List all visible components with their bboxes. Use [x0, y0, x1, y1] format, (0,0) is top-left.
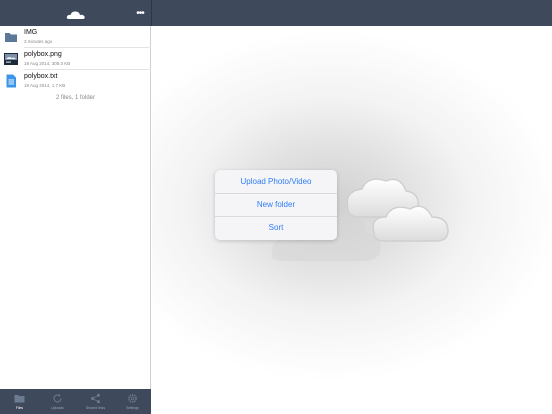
- tab-settings[interactable]: Settings: [114, 389, 151, 414]
- tab-uploads[interactable]: Uploads: [39, 389, 76, 414]
- main-content: [152, 26, 552, 414]
- folder-icon: [14, 395, 25, 403]
- folder-summary: 2 files, 1 folder: [55, 95, 96, 101]
- new-folder-button[interactable]: New folder: [215, 193, 337, 216]
- file-meta: 18 Aug 2014, 308.3 KB: [24, 61, 71, 66]
- image-thumbnail: [4, 53, 18, 65]
- file-name: IMG: [24, 29, 38, 36]
- top-bar: •••: [0, 0, 552, 26]
- top-bar-divider: [151, 0, 152, 26]
- tab-label: Files: [15, 406, 24, 410]
- text-file-icon: [6, 74, 16, 88]
- share-icon: [91, 393, 100, 404]
- gear-icon: [128, 394, 137, 403]
- file-meta: 18 Aug 2014, 1.7 KB: [24, 83, 66, 88]
- refresh-icon: [53, 393, 62, 403]
- tab-label: Settings: [126, 406, 139, 410]
- tab-bar: Files Uploads Shared links Settings: [0, 389, 151, 414]
- tab-shared-links[interactable]: Shared links: [77, 389, 114, 414]
- file-name: polybox.png: [24, 51, 62, 58]
- action-menu: Upload Photo/Video New folder Sort: [215, 170, 337, 240]
- file-row-polybox-txt[interactable]: polybox.txt 18 Aug 2014, 1.7 KB: [0, 70, 151, 92]
- file-meta: 3 minutes ago: [24, 39, 53, 44]
- folder-icon: [5, 33, 17, 42]
- file-name: polybox.txt: [24, 73, 58, 80]
- tab-label: Shared links: [85, 406, 106, 410]
- file-row-img[interactable]: IMG 3 minutes ago: [0, 26, 151, 48]
- sort-button[interactable]: Sort: [215, 216, 337, 239]
- file-row-polybox-png[interactable]: polybox.png 18 Aug 2014, 308.3 KB: [0, 48, 151, 70]
- upload-photo-video-button[interactable]: Upload Photo/Video: [215, 170, 337, 193]
- tab-files[interactable]: Files: [1, 389, 38, 414]
- tab-label: Uploads: [51, 406, 64, 410]
- more-button[interactable]: •••: [134, 8, 146, 20]
- cloud-icon: [66, 11, 85, 19]
- file-list-panel: IMG 3 minutes ago polybox.png 18 Aug 201…: [0, 26, 151, 389]
